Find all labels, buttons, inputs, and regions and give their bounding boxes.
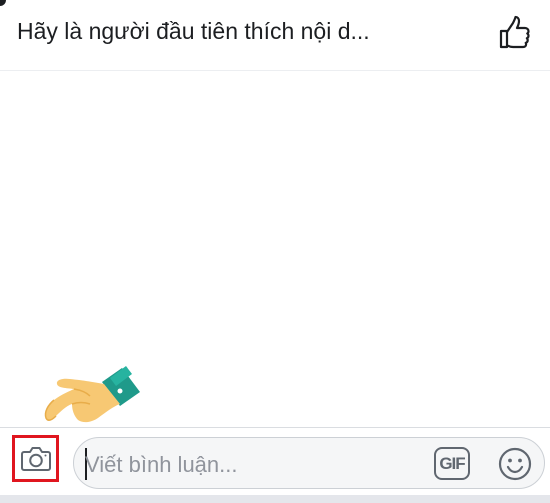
comments-screen: Hãy là người đầu tiên thích nội d... Viế…	[0, 0, 550, 503]
smiley-icon	[498, 447, 532, 481]
thumbs-up-icon	[499, 15, 530, 49]
camera-button[interactable]	[12, 435, 59, 482]
like-button[interactable]	[495, 14, 535, 54]
emoji-button[interactable]	[498, 447, 532, 481]
comment-input[interactable]: Viết bình luận... GIF	[73, 437, 545, 489]
comment-placeholder: Viết bình luận...	[85, 452, 238, 477]
camera-icon	[21, 447, 51, 471]
page-title: Hãy là người đầu tiên thích nội d...	[17, 18, 370, 44]
gif-button[interactable]: GIF	[434, 447, 470, 480]
pointing-hand-icon	[40, 362, 150, 442]
corner-mark	[0, 0, 6, 6]
bottom-divider-strip	[0, 495, 550, 503]
header: Hãy là người đầu tiên thích nội d...	[0, 0, 550, 71]
